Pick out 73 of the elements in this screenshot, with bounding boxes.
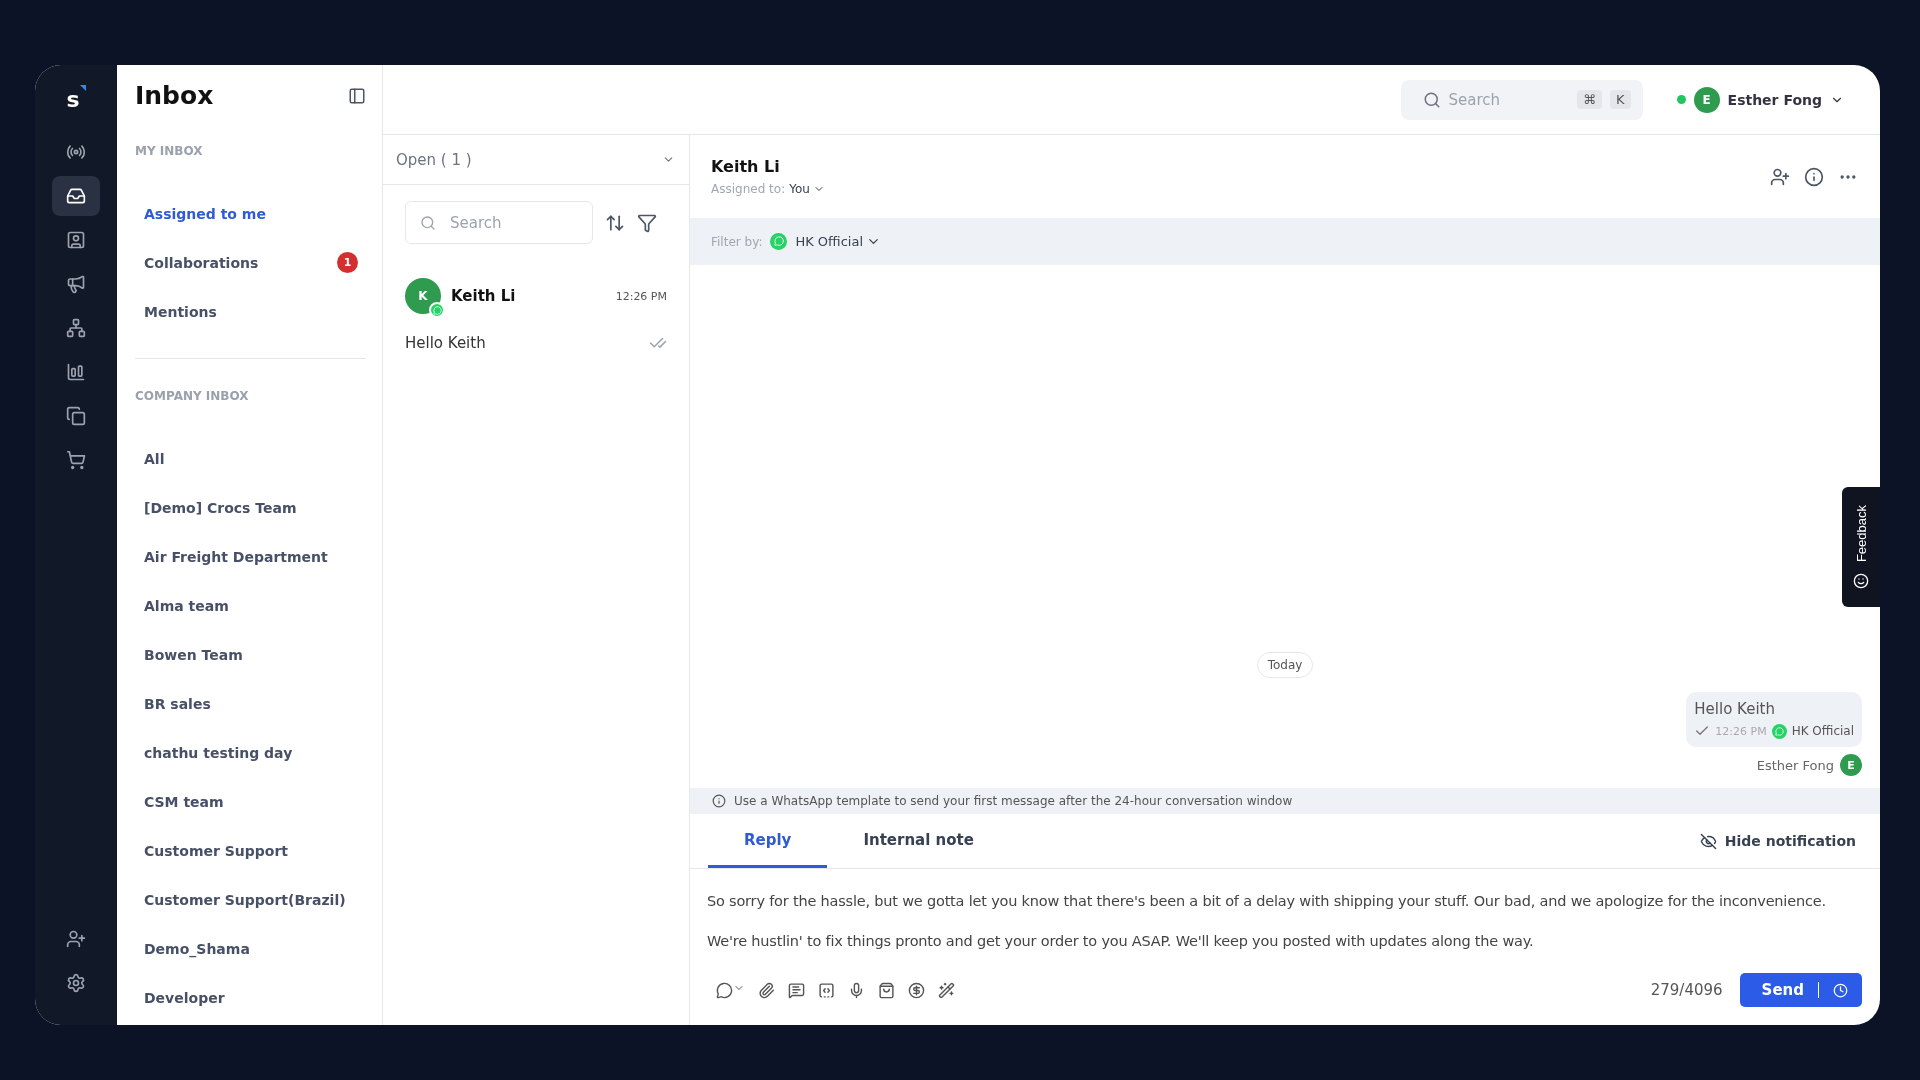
whatsapp-icon xyxy=(1771,723,1787,739)
inbox-item[interactable]: chathu testing day xyxy=(135,728,366,777)
message-preview: Hello Keith xyxy=(405,334,486,352)
dollar-icon[interactable] xyxy=(908,981,925,999)
sender-avatar: E xyxy=(1840,754,1862,776)
character-counter: 279/4096 xyxy=(1650,981,1723,999)
filter-label: Filter by: xyxy=(711,234,763,249)
inbox-item[interactable]: Alma team xyxy=(135,581,366,630)
channel-dropdown[interactable]: HK Official xyxy=(795,234,881,249)
magic-wand-icon[interactable] xyxy=(938,981,955,999)
inbox-item[interactable]: All xyxy=(135,434,366,483)
section-heading: MY INBOX xyxy=(135,144,204,158)
inbox-icon xyxy=(66,186,86,206)
inbox-item[interactable]: Customer Support(Brazil) xyxy=(135,875,366,924)
composer-tab[interactable]: Reply xyxy=(708,814,828,868)
invite-icon xyxy=(66,929,86,949)
info-icon[interactable] xyxy=(1804,166,1824,187)
inbox-item[interactable]: Air Freight Department xyxy=(135,532,366,581)
inbox-item[interactable]: Collaborations 1 xyxy=(135,238,366,287)
inbox-item[interactable]: Bowen Team xyxy=(135,630,366,679)
inbox-item[interactable]: [Demo] Crocs Team xyxy=(135,483,366,532)
chat-icon[interactable] xyxy=(788,981,805,999)
hide-notification-button[interactable]: Hide notification xyxy=(1693,831,1862,851)
reports-icon xyxy=(66,362,86,382)
attachment-icon[interactable] xyxy=(758,981,775,999)
filter-icon[interactable] xyxy=(637,212,657,233)
whatsapp-icon xyxy=(770,233,788,250)
workflows-icon xyxy=(66,318,86,338)
search-icon xyxy=(1422,90,1441,109)
settings-icon xyxy=(66,973,86,993)
feedback-tab[interactable]: Feedback xyxy=(1842,487,1880,607)
message-time: 12:26 PM xyxy=(615,289,667,303)
smiley-icon xyxy=(1853,572,1869,589)
inbox-nav-button[interactable] xyxy=(52,176,100,216)
user-menu[interactable]: E Esther Fong xyxy=(1670,85,1850,114)
inbox-item[interactable]: Mentions xyxy=(135,287,366,336)
inbox-item[interactable]: Customer Support xyxy=(135,826,366,875)
contact-name: Keith Li xyxy=(451,287,517,305)
contacts-icon xyxy=(66,230,86,250)
search-icon xyxy=(420,214,436,231)
contact-avatar: K xyxy=(405,278,441,314)
commerce-icon xyxy=(66,450,86,470)
eye-off-icon xyxy=(1699,832,1717,850)
inbox-title: Inbox xyxy=(135,81,214,110)
assignee-dropdown[interactable]: You xyxy=(789,182,825,196)
message-bubble: Hello Keith 12:26 PM HK Official xyxy=(1686,692,1862,747)
message-input[interactable]: So sorry for the hassle, but we gotta let you know that there's been a bit of a delay with shipping your stuff. Our bad, and we apologize for the inconvenience. We're hustlin' to fix things pronto and get your order to you ASAP. We'll keep you posted with updates along the way. xyxy=(690,869,1880,949)
section-heading: COMPANY INBOX xyxy=(135,389,250,403)
inbox-item[interactable]: Assigned to me xyxy=(135,189,366,238)
status-dropdown[interactable]: Open ( 1 ) xyxy=(383,135,689,185)
microphone-icon[interactable] xyxy=(848,981,865,999)
count-badge: 1 xyxy=(337,252,358,273)
inbox-item[interactable]: CSM team xyxy=(135,777,366,826)
logo: s xyxy=(66,87,86,112)
broadcast-icon xyxy=(66,142,86,162)
inbox-item[interactable]: Demo_Shama xyxy=(135,924,366,973)
conversation-item[interactable]: K Keith Li 12:26 PM Hello Keith xyxy=(383,258,689,364)
bag-icon[interactable] xyxy=(878,981,895,999)
sender-name: Esther Fong xyxy=(1756,757,1834,773)
inbox-item[interactable]: BR sales xyxy=(135,679,366,728)
info-icon xyxy=(712,794,726,808)
contact-name: Keith Li xyxy=(711,157,781,176)
assigned-label: Assigned to: xyxy=(711,182,786,196)
send-button[interactable]: Send xyxy=(1739,973,1862,1007)
inbox-item[interactable]: Developer xyxy=(135,973,366,1022)
clock-icon xyxy=(1833,982,1848,998)
notice-text: Use a WhatsApp template to send your first message after the 24-hour conversation window xyxy=(734,794,1293,808)
campaigns-icon xyxy=(66,274,86,294)
add-user-icon[interactable] xyxy=(1770,166,1790,187)
sidebar-toggle-icon[interactable] xyxy=(348,86,366,105)
whatsapp-icon[interactable] xyxy=(716,981,745,999)
search-field[interactable]: Search ⌘ K xyxy=(1400,79,1643,120)
composer-tab[interactable]: Internal note xyxy=(827,814,1010,868)
